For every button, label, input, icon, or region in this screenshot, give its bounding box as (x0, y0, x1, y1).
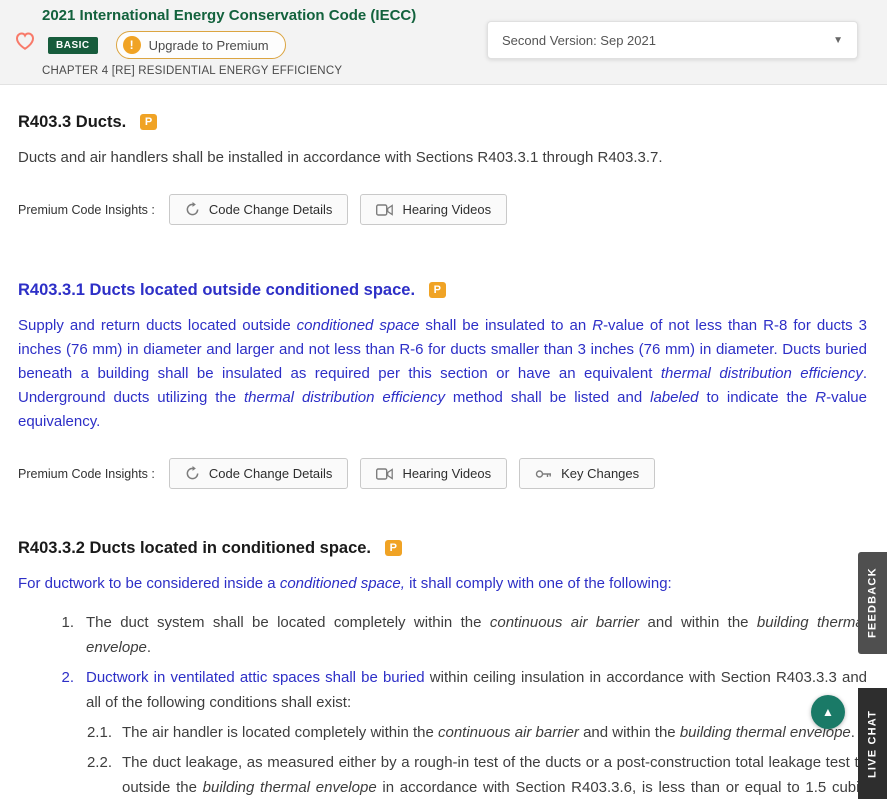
version-selector[interactable]: Second Version: Sep 2021 ▼ (487, 21, 858, 59)
version-label: Second Version: Sep 2021 (502, 33, 656, 48)
list-item: 2. Ductwork in ventilated attic spaces s… (44, 665, 867, 715)
code-change-details-button[interactable]: Code Change Details (169, 458, 349, 489)
code-content: R403.3 Ducts. P Ducts and air handlers s… (0, 113, 887, 799)
header: 2021 International Energy Conservation C… (0, 0, 887, 85)
section-paragraph: Ducts and air handlers shall be installe… (18, 146, 867, 170)
hearing-videos-button[interactable]: Hearing Videos (360, 194, 507, 225)
button-label: Hearing Videos (402, 466, 491, 481)
key-changes-button[interactable]: Key Changes (519, 458, 655, 489)
button-label: Code Change Details (209, 466, 333, 481)
list-item-text: The duct leakage, as measured either by … (122, 750, 867, 799)
list-item: 1. The duct system shall be located comp… (44, 610, 867, 660)
upgrade-label: Upgrade to Premium (149, 38, 269, 53)
favorite-heart-icon[interactable] (14, 31, 36, 51)
ordered-list: 1. The duct system shall be located comp… (18, 610, 867, 799)
video-icon (376, 468, 393, 480)
upgrade-premium-button[interactable]: ! Upgrade to Premium (116, 31, 286, 59)
list-number: 2.1. (78, 720, 112, 745)
code-change-details-button[interactable]: Code Change Details (169, 194, 349, 225)
feedback-tab[interactable]: FEEDBACK (858, 552, 887, 654)
insights-row: Premium Code Insights : Code Change Deta… (18, 194, 867, 225)
section-r403-3: R403.3 Ducts. P Ducts and air handlers s… (18, 113, 867, 225)
insights-label: Premium Code Insights : (18, 467, 155, 481)
button-label: Hearing Videos (402, 202, 491, 217)
section-paragraph: For ductwork to be considered inside a c… (18, 572, 867, 596)
section-heading-text: R403.3 Ducts. (18, 113, 126, 131)
button-label: Code Change Details (209, 202, 333, 217)
button-label: Key Changes (561, 466, 639, 481)
plan-badge: BASIC (48, 37, 98, 54)
premium-p-badge[interactable]: P (429, 282, 446, 298)
history-icon (185, 202, 200, 217)
key-icon (535, 468, 552, 480)
list-item-text: Ductwork in ventilated attic spaces shal… (86, 665, 867, 715)
list-item-text: The duct system shall be located complet… (86, 610, 867, 660)
live-chat-tab[interactable]: LIVE CHAT (858, 688, 887, 799)
section-heading: R403.3.1 Ducts located outside condition… (18, 281, 867, 300)
video-icon (376, 204, 393, 216)
section-r403-3-1: R403.3.1 Ducts located outside condition… (18, 281, 867, 489)
section-paragraph: Supply and return ducts located outside … (18, 314, 867, 434)
list-item: 2.1. The air handler is located complete… (78, 720, 867, 745)
arrow-up-icon: ▲ (822, 705, 834, 719)
insights-row: Premium Code Insights : Code Change Deta… (18, 458, 867, 489)
list-item-text: The air handler is located completely wi… (122, 720, 867, 745)
section-r403-3-2: R403.3.2 Ducts located in conditioned sp… (18, 539, 867, 799)
breadcrumb: CHAPTER 4 [RE] RESIDENTIAL ENERGY EFFICI… (42, 65, 887, 77)
list-item: 2.2. The duct leakage, as measured eithe… (78, 750, 867, 799)
scroll-to-top-button[interactable]: ▲ (811, 695, 845, 729)
exclamation-icon: ! (123, 36, 141, 54)
premium-p-badge[interactable]: P (385, 540, 402, 556)
section-heading-text: R403.3.2 Ducts located in conditioned sp… (18, 539, 371, 557)
premium-p-badge[interactable]: P (140, 114, 157, 130)
list-number: 2. (44, 665, 74, 715)
history-icon (185, 466, 200, 481)
chevron-down-icon: ▼ (833, 35, 843, 46)
insights-label: Premium Code Insights : (18, 203, 155, 217)
hearing-videos-button[interactable]: Hearing Videos (360, 458, 507, 489)
list-number: 1. (44, 610, 74, 660)
section-heading: R403.3.2 Ducts located in conditioned sp… (18, 539, 867, 558)
list-number: 2.2. (78, 750, 112, 799)
section-heading: R403.3 Ducts. P (18, 113, 867, 132)
section-heading-text: R403.3.1 Ducts located outside condition… (18, 281, 415, 299)
